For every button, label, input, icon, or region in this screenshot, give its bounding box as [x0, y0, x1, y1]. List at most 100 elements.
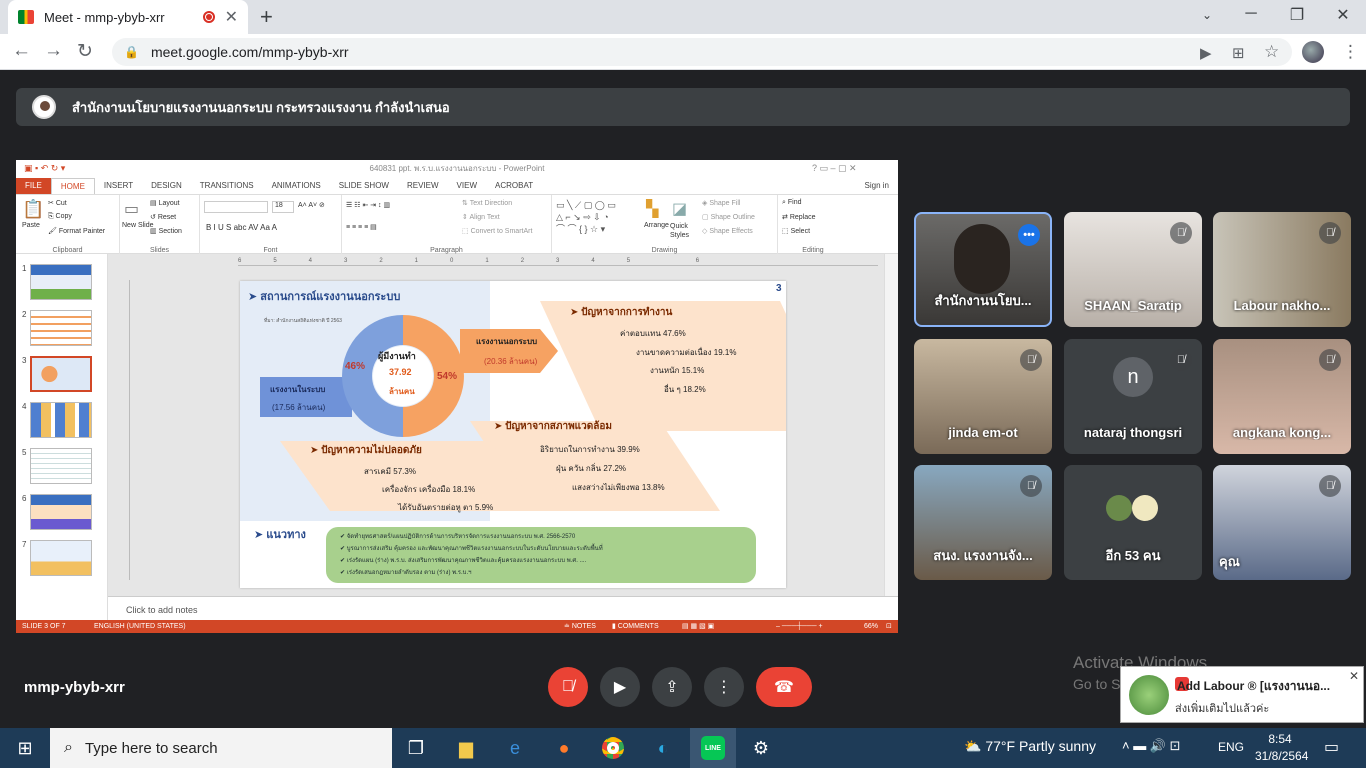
find-button[interactable]: ⌕ Find	[782, 199, 802, 207]
notes-toggle[interactable]: ≐ NOTES	[564, 620, 596, 633]
align-text-button[interactable]: ⇕ Align Text	[462, 213, 500, 221]
camera-indicator-icon[interactable]: ▶	[1200, 44, 1212, 62]
ppt-tab-design[interactable]: DESIGN	[142, 178, 191, 194]
zoom-slider[interactable]: – ───┼─── +	[776, 620, 823, 633]
zoom-level[interactable]: 66%	[864, 620, 878, 633]
close-tab-icon[interactable]: ✕	[225, 7, 238, 27]
cut-button[interactable]: ✂ Cut	[48, 199, 67, 207]
participant-tile[interactable]: 🎙̸ angkana kong...	[1213, 339, 1351, 454]
view-buttons[interactable]: ▤ ▦ ▧ ▣	[682, 620, 714, 633]
convert-smartart-button[interactable]: ⬚ Convert to SmartArt	[462, 227, 532, 235]
settings-gear-icon[interactable]: ⚙	[748, 735, 774, 761]
present-button[interactable]: ⇪	[652, 667, 692, 707]
format-painter-button[interactable]: 🖌 Format Painter	[48, 227, 105, 235]
ppt-tab-review[interactable]: REVIEW	[398, 178, 448, 194]
participant-tile[interactable]: 🎙̸ SHAAN_Saratip	[1064, 212, 1202, 327]
participant-tile-overflow[interactable]: อีก 53 คน	[1064, 465, 1202, 580]
text-direction-button[interactable]: ⇅ Text Direction	[462, 199, 512, 207]
select-button[interactable]: ⬚ Select	[782, 227, 810, 235]
ppt-tab-animations[interactable]: ANIMATIONS	[263, 178, 330, 194]
file-explorer-icon[interactable]: ▆	[453, 735, 479, 761]
mic-toggle-button[interactable]: 🎙̸	[548, 667, 588, 707]
ppt-tab-view[interactable]: VIEW	[448, 178, 486, 194]
ppt-signin[interactable]: Sign in	[856, 178, 898, 194]
close-window-button[interactable]: ✕	[1328, 5, 1358, 25]
new-slide-button[interactable]: New Slide	[122, 222, 154, 229]
list-buttons-icon[interactable]: ☰ ☷ ⇤ ⇥ ↕ ▥	[346, 201, 390, 209]
ppt-tab-insert[interactable]: INSERT	[95, 178, 142, 194]
shape-fill-button[interactable]: ◈ Shape Fill	[702, 199, 740, 207]
align-buttons-icon[interactable]: ≡ ≡ ≡ ≡ ▤	[346, 223, 377, 231]
arrange-icon[interactable]: ▚	[646, 199, 658, 219]
firefox-icon[interactable]: ●	[551, 735, 577, 761]
font-name-box[interactable]	[204, 201, 268, 213]
bookmark-star-icon[interactable]: ☆	[1264, 42, 1279, 62]
ppt-tab-transitions[interactable]: TRANSITIONS	[191, 178, 263, 194]
ppt-tab-file[interactable]: FILE	[16, 178, 51, 194]
browser-tab[interactable]: Meet - mmp-ybyb-xrr ✕	[8, 0, 248, 34]
taskbar-clock[interactable]: 8:54 31/8/2564	[1255, 731, 1308, 765]
edge-icon[interactable]: ◐	[650, 735, 676, 761]
notification-close-icon[interactable]: ✕	[1349, 669, 1359, 683]
slide-thumbnail-6[interactable]	[30, 494, 92, 530]
ppt-tab-acrobat[interactable]: ACROBAT	[486, 178, 542, 194]
slide-thumbnail-7[interactable]	[30, 540, 92, 576]
line-app-icon[interactable]: LINE	[690, 728, 736, 768]
menu-kebab-icon[interactable]: ⋮	[1342, 42, 1359, 62]
more-options-button[interactable]: ⋮	[704, 667, 744, 707]
slide-thumbnail-1[interactable]	[30, 264, 92, 300]
shape-effects-button[interactable]: ◇ Shape Effects	[702, 227, 753, 235]
reset-button[interactable]: ↺ Reset	[150, 213, 176, 221]
leave-call-button[interactable]: ☎	[756, 667, 812, 707]
font-size-box[interactable]: 18	[272, 201, 294, 213]
windows-start-icon[interactable]: ⊞	[12, 735, 38, 761]
quick-styles-icon[interactable]: ◪	[672, 199, 687, 219]
layout-button[interactable]: ▤ Layout	[150, 199, 180, 207]
internet-explorer-icon[interactable]: e	[502, 735, 528, 761]
taskbar-search[interactable]: ⌕ Type here to search	[50, 728, 392, 768]
participant-tile-self[interactable]: 🎙̸ คุณ	[1213, 465, 1351, 580]
more-options-icon[interactable]: •••	[1018, 224, 1040, 246]
slide-thumbnail-5[interactable]	[30, 448, 92, 484]
chrome-icon[interactable]	[600, 735, 626, 761]
slide-thumbnail-4[interactable]	[30, 402, 92, 438]
participant-tile[interactable]: 🎙̸ Labour nakho...	[1213, 212, 1351, 327]
reload-icon[interactable]: ↻	[77, 40, 93, 63]
restore-button[interactable]: ❐	[1282, 5, 1312, 25]
input-language[interactable]: ENG	[1218, 740, 1244, 754]
participant-tile[interactable]: 🎙̸ n nataraj thongsri	[1064, 339, 1202, 454]
system-tray-icons[interactable]: ˄ ▬ 🔊 ⊡	[1122, 738, 1181, 754]
slide-thumbnail-2[interactable]	[30, 310, 92, 346]
quick-styles-button[interactable]: Quick Styles	[670, 222, 696, 240]
back-icon[interactable]: ←	[12, 40, 31, 62]
paste-button[interactable]: Paste	[22, 222, 40, 229]
tab-search-icon[interactable]: ⌄	[1192, 8, 1222, 22]
participant-tile[interactable]: 🎙̸ jinda em-ot	[914, 339, 1052, 454]
camera-toggle-button[interactable]: ▶	[600, 667, 640, 707]
weather-widget[interactable]: ⛅ 77°F Partly sunny	[964, 738, 1096, 755]
ppt-tab-home[interactable]: HOME	[50, 177, 95, 195]
font-style-buttons[interactable]: B I U S abc AV Aa A	[206, 223, 277, 232]
language-indicator[interactable]: ENGLISH (UNITED STATES)	[94, 620, 186, 633]
new-slide-icon[interactable]: ▭	[124, 199, 139, 219]
ppt-window-controls[interactable]: ? ▭ – ▢ ✕	[812, 163, 857, 174]
replace-button[interactable]: ⇄ Replace	[782, 213, 816, 221]
participant-tile-presenter[interactable]: ••• สำนักงานนโยบ...	[914, 212, 1052, 327]
minimize-button[interactable]: ─	[1236, 5, 1266, 23]
comments-toggle[interactable]: ▮ COMMENTS	[612, 620, 659, 633]
slide-thumbnail-3-selected[interactable]	[30, 356, 92, 392]
shape-outline-button[interactable]: ▢ Shape Outline	[702, 213, 755, 221]
vertical-scrollbar[interactable]	[884, 254, 898, 596]
install-app-icon[interactable]: ⊞	[1232, 44, 1245, 62]
section-button[interactable]: ▥ Section	[150, 227, 182, 235]
notes-pane[interactable]: Click to add notes	[108, 596, 898, 620]
copy-button[interactable]: ⎘ Copy	[48, 213, 72, 221]
ppt-tab-slideshow[interactable]: SLIDE SHOW	[330, 178, 398, 194]
forward-icon[interactable]: →	[44, 40, 63, 62]
participant-tile[interactable]: 🎙̸ สนง. แรงงานจัง...	[914, 465, 1052, 580]
paste-icon[interactable]: 📋	[22, 199, 44, 220]
action-center-icon[interactable]: ▭	[1324, 737, 1339, 757]
task-view-icon[interactable]: ❐	[403, 735, 429, 761]
fit-slide-icon[interactable]: ⊡	[886, 620, 892, 633]
profile-avatar[interactable]	[1302, 41, 1324, 63]
